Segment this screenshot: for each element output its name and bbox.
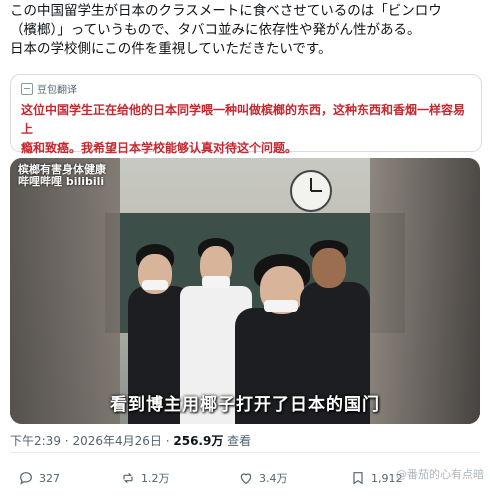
view-label: 查看 bbox=[227, 434, 252, 448]
like-count: 3.4万 bbox=[259, 472, 288, 485]
post-text-line: （檳榔）」っていうもので、タバコ並みに依存性や発がん性がある。 bbox=[10, 22, 421, 38]
translation-header[interactable]: 豆包翻译 bbox=[21, 81, 77, 96]
divider bbox=[10, 452, 480, 453]
post-meta: 下午2:39 · 2026年4月26日 · 256.9万 查看 bbox=[10, 432, 251, 449]
wall-clock bbox=[290, 170, 332, 212]
like-icon bbox=[240, 473, 252, 485]
post-time[interactable]: 下午2:39 bbox=[10, 434, 61, 448]
translation-label: 豆包翻译 bbox=[37, 85, 77, 96]
video-subtitle: 看到博主用椰子打开了日本的国门 bbox=[110, 395, 380, 415]
video-player[interactable]: 槟榔有害身体健康 哔哩哔哩 bilibili 看到博主用椰子打开了日本的国门 bbox=[10, 158, 480, 424]
bookmark-icon bbox=[353, 472, 363, 485]
post-text: この中国留学生が日本のクラスメートに食べさせているのは「ビンロウ （檳榔）」って… bbox=[10, 2, 480, 59]
video-blur-right bbox=[370, 158, 480, 424]
repost-button[interactable]: 1.2万 bbox=[120, 470, 170, 486]
translation-card: 豆包翻译 这位中国学生正在给他的日本同学喂一种叫做槟榔的东西，这种东西和香烟一样… bbox=[10, 74, 482, 155]
translation-text: 这位中国学生正在给他的日本同学喂一种叫做槟榔的东西，这种东西和香烟一样容易上 瘾… bbox=[21, 101, 471, 158]
meta-separator: · bbox=[165, 434, 170, 448]
video-blur-left bbox=[10, 158, 120, 424]
post-text-line: この中国留学生が日本のクラスメートに食べさせているのは「ビンロウ bbox=[10, 3, 442, 19]
meta-separator: · bbox=[64, 434, 69, 448]
reply-count: 327 bbox=[39, 471, 60, 485]
video-watermark-line: 哔哩哔哩 bilibili bbox=[18, 175, 105, 188]
like-button[interactable]: 3.4万 bbox=[238, 470, 288, 486]
reply-button[interactable]: 327 bbox=[18, 470, 60, 486]
view-count: 256.9万 bbox=[173, 434, 224, 448]
bookmark-button[interactable]: 1,912 bbox=[350, 470, 403, 486]
translation-line: 瘾和致癌。我希望日本学校能够认真对待这个问题。 bbox=[21, 141, 298, 155]
video-watermark: 槟榔有害身体健康 哔哩哔哩 bilibili bbox=[18, 164, 106, 188]
post-text-line: 日本の学校側にこの件を重視していただきたいです。 bbox=[10, 41, 332, 57]
post-date[interactable]: 2026年4月26日 bbox=[72, 434, 161, 448]
translation-line: 这位中国学生正在给他的日本同学喂一种叫做槟榔的东西，这种东西和香烟一样容易上 bbox=[21, 103, 466, 136]
reply-icon bbox=[20, 472, 32, 485]
repost-icon bbox=[123, 472, 133, 484]
translate-icon bbox=[21, 82, 33, 95]
overlay-watermark: @番茄的心有点暗 bbox=[396, 468, 484, 481]
repost-count: 1.2万 bbox=[141, 472, 170, 485]
